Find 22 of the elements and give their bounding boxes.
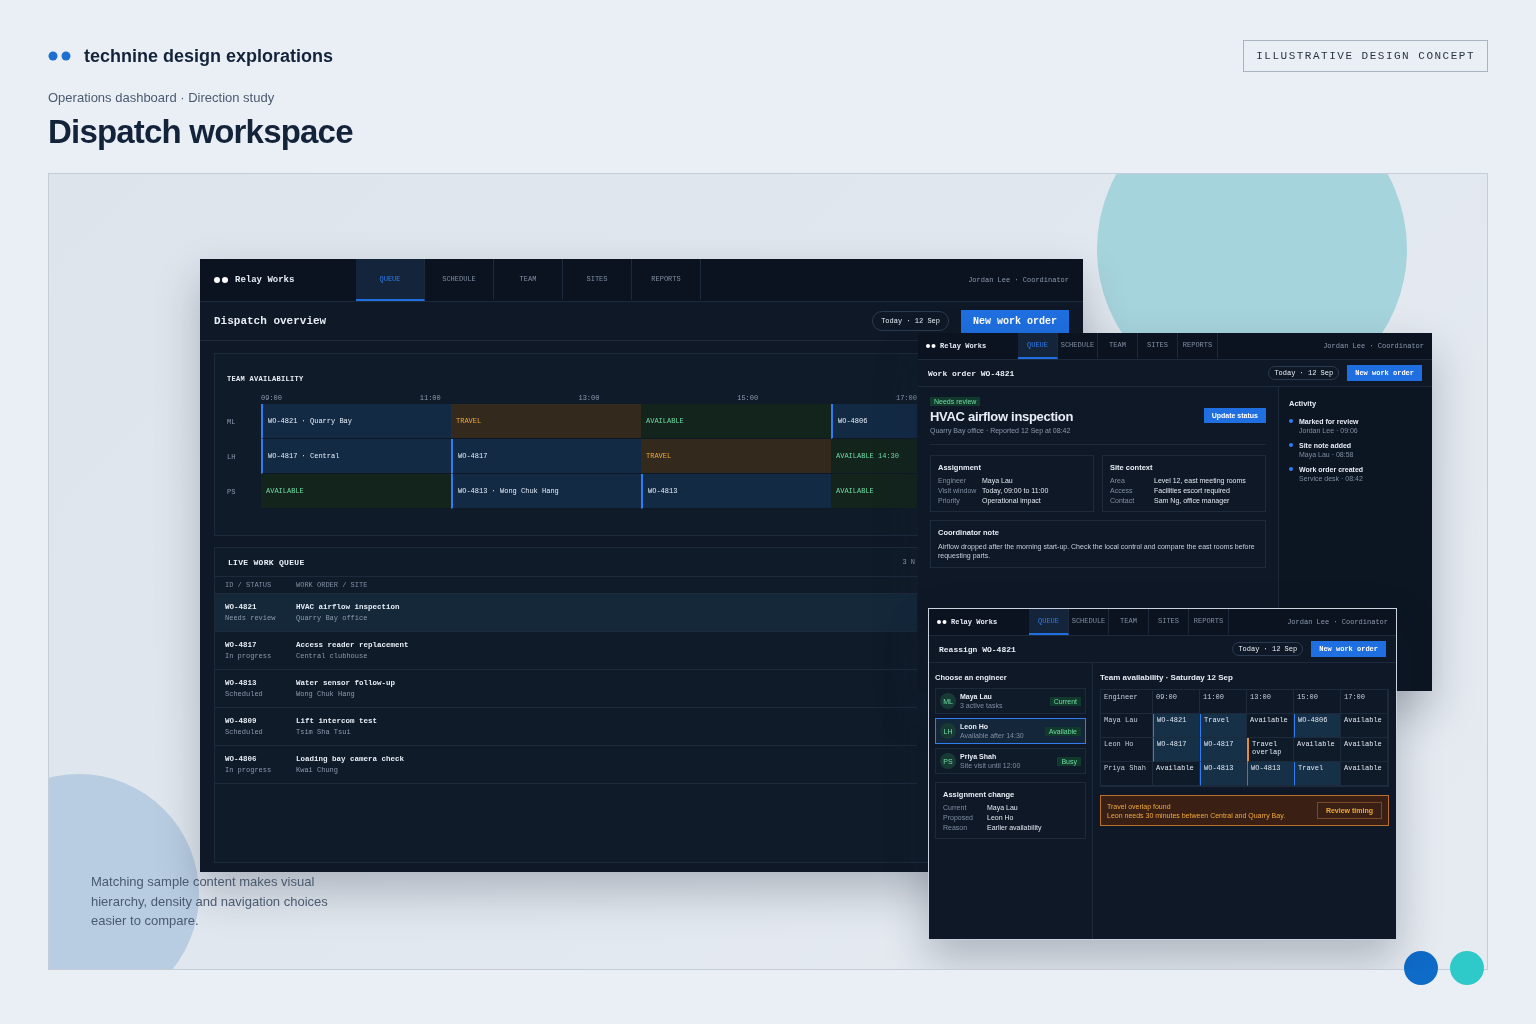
logo-dots-icon (214, 277, 229, 283)
timeline-dot-icon (1289, 419, 1293, 423)
screen-title: Reassign WO-4821 (939, 644, 1016, 654)
swatch-dot (1450, 951, 1484, 985)
new-work-order-button[interactable]: New work order (961, 309, 1069, 333)
screen-title: Work order WO-4821 (928, 368, 1015, 378)
logo-dots-icon (926, 344, 936, 348)
screen-title: Dispatch overview (214, 315, 327, 327)
swatch-dot (1404, 951, 1438, 985)
timeline-dot-icon (1289, 467, 1293, 471)
timeline-dot-icon (1289, 443, 1293, 447)
site-brand: technine design explorations (84, 45, 334, 67)
app-brand: Relay Works (235, 275, 295, 285)
caption-text: Matching sample content makes visual hierarchy, density and navigation choices easier to compare. (91, 873, 329, 930)
panel-title: LIVE WORK QUEUE (228, 557, 305, 567)
breadcrumb: Operations dashboard · Direction study (48, 90, 276, 105)
section-title: Team availability · Saturday 12 Sep (1100, 673, 1234, 682)
page-title: Dispatch workspace (48, 113, 354, 151)
concept-badge: ILLUSTRATIVE DESIGN CONCEPT (1243, 40, 1488, 72)
work-order-heading: HVAC airflow inspection (930, 409, 1074, 424)
logo-dots-icon (937, 620, 947, 624)
logo-dots-icon (48, 51, 72, 61)
